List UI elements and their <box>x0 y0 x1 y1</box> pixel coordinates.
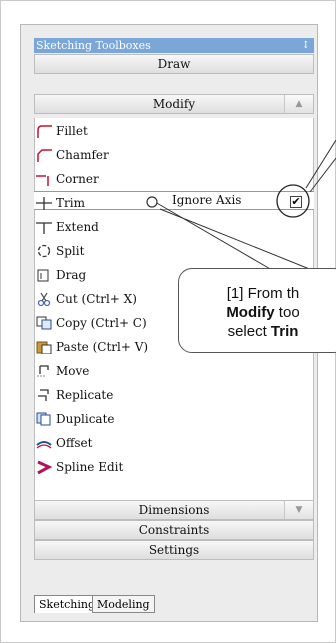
callout-line-3: select Trin <box>227 323 299 340</box>
callout-line-2: Modify too <box>226 304 300 321</box>
callout-line-1: [1] From th <box>226 285 300 302</box>
highlight-circle <box>276 184 310 218</box>
pointer-circle <box>146 196 158 208</box>
instruction-callout: [1] From th Modify too select Trin <box>178 268 336 353</box>
